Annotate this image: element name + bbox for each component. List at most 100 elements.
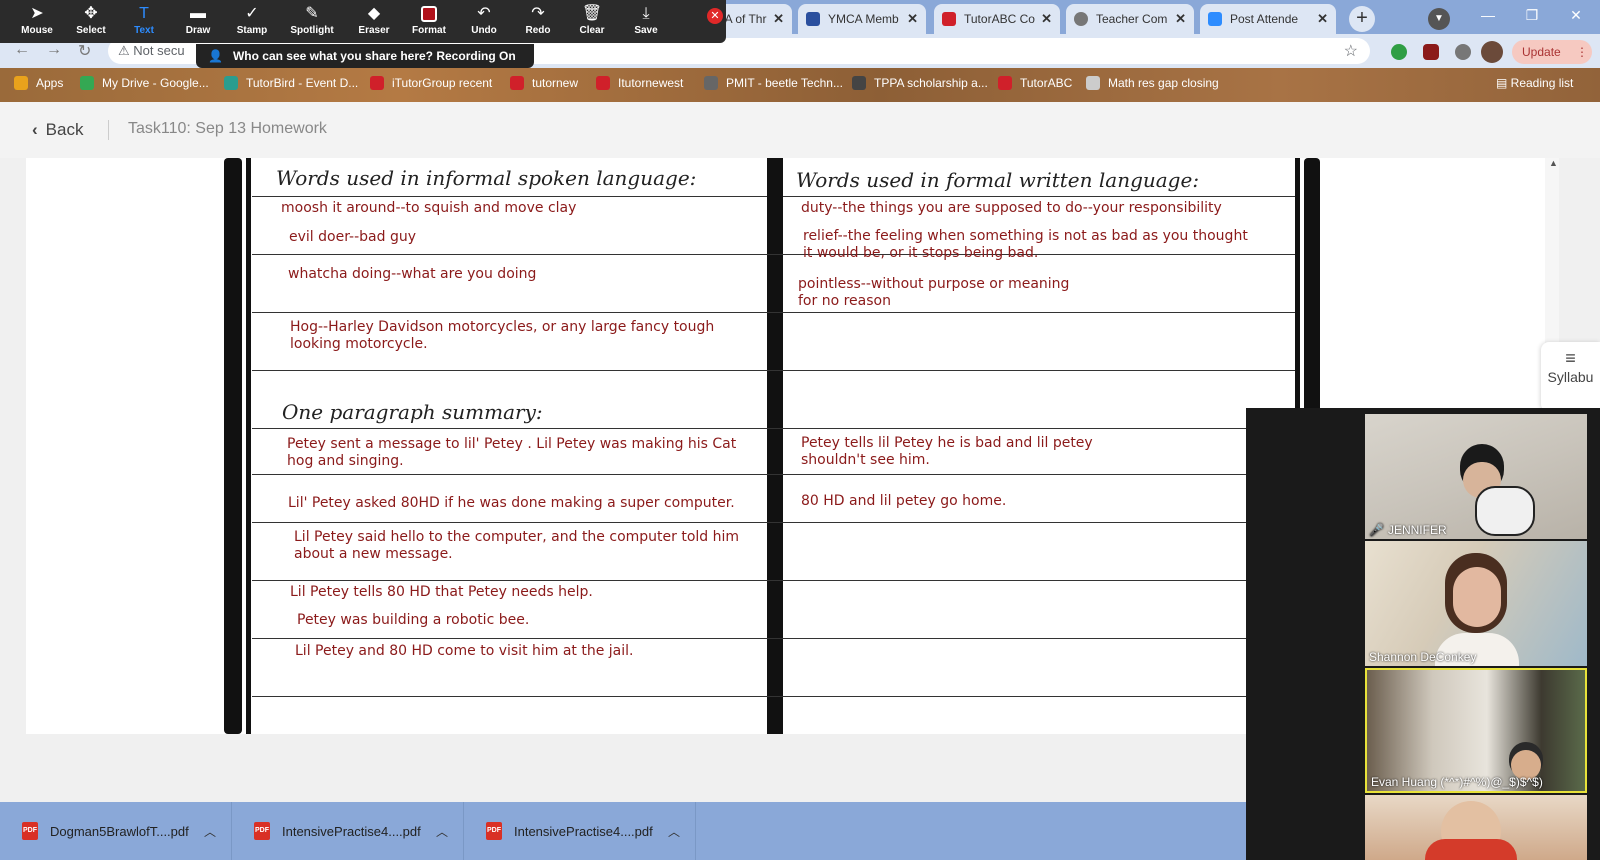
minimize-icon[interactable]: — [1466,0,1510,32]
close-tab-icon[interactable]: ✕ [1175,11,1186,27]
pdf-file-icon: PDF [486,822,502,840]
tab-post-attendee[interactable]: Post Attende ✕ [1200,4,1336,34]
informal-word-entry[interactable]: whatcha doing--what are you doing [288,266,536,283]
formal-word-entry[interactable]: relief--the feeling when something is no… [803,228,1248,262]
page-header: ‹ Back Task110: Sep 13 Homework [0,102,1600,158]
mouse-tool-button[interactable]: ➤ Mouse [11,3,63,41]
page-title: Task110: Sep 13 Homework [128,120,327,137]
row-line [252,638,1295,639]
scroll-up-arrow-icon[interactable]: ▲ [1549,158,1558,168]
summary-entry[interactable]: 80 HD and lil petey go home. [801,493,1006,510]
syllabus-tab[interactable]: ≡ Syllabu [1541,342,1600,412]
bookmark-item[interactable]: iTutorGroup recent [370,76,492,90]
bookmark-favicon-icon [510,76,524,90]
bookmark-item[interactable]: TutorBird - Event D... [224,76,358,90]
spotlight-tool-button[interactable]: ✎ Spotlight [286,3,338,41]
chevron-up-icon[interactable]: ︿ [436,823,448,840]
close-window-icon[interactable]: ✕ [1554,0,1598,32]
clear-tool-label: Clear [579,25,605,36]
select-tool-button[interactable]: ✥ Select [65,3,117,41]
back-button[interactable]: ‹ Back [32,120,83,140]
informal-word-entry[interactable]: Hog--Harley Davidson motorcycles, or any… [290,319,714,353]
bookmark-item[interactable]: Itutornewest [596,76,683,90]
video-tile[interactable] [1365,795,1587,860]
format-tool-button[interactable]: Format [403,3,455,41]
menu-lines-icon: ≡ [1565,348,1576,368]
text-t-icon: T [139,5,149,22]
download-item[interactable]: PDF Dogman5BrawlofT....pdf ︿ [0,802,232,860]
restore-icon[interactable]: ❐ [1510,0,1554,32]
row-line [252,196,767,197]
chevron-up-icon[interactable]: ︿ [668,823,680,840]
summary-entry[interactable]: Lil Petey said hello to the computer, an… [294,529,739,563]
bookmark-item[interactable]: My Drive - Google... [80,76,209,90]
reading-list-button[interactable]: ▤ Reading list [1496,76,1573,90]
participant-name: Shannon DeConkey [1369,650,1477,664]
bookmark-item[interactable]: PMIT - beetle Techn... [704,76,843,90]
bookmark-item[interactable]: TPPA scholarship a... [852,76,988,90]
update-button[interactable]: Update ⋮ [1512,40,1592,64]
chevron-up-icon[interactable]: ︿ [204,823,216,840]
recording-banner[interactable]: 👤 Who can see what you share here? Record… [196,44,534,68]
video-tile[interactable]: 🎤 JENNIFER [1365,414,1587,539]
bookmark-star-icon[interactable]: ☆ [1344,41,1358,61]
reload-icon[interactable]: ↻ [78,41,91,61]
tab-tutorabc[interactable]: TutorABC Co ✕ [934,4,1060,34]
download-item[interactable]: PDF IntensivePractise4....pdf ︿ [232,802,464,860]
clear-tool-button[interactable]: 🗑 Clear [566,3,618,41]
undo-tool-button[interactable]: ↶ Undo [458,3,510,41]
row-line [783,196,1295,197]
download-item[interactable]: PDF IntensivePractise4....pdf ︿ [464,802,696,860]
text-tool-button[interactable]: T Text [118,3,170,41]
back-arrow-icon[interactable]: ← [14,41,30,59]
redo-tool-button[interactable]: ↷ Redo [512,3,564,41]
video-tile[interactable]: Shannon DeConkey [1365,541,1587,666]
summary-entry[interactable]: Lil' Petey asked 80HD if he was done mak… [288,495,735,512]
bookmark-label: tutornew [532,76,579,90]
row-line [252,474,1295,475]
formal-word-entry[interactable]: pointless--without purpose or meaning fo… [798,276,1069,310]
update-label: Update [1522,45,1561,59]
eraser-tool-button[interactable]: ◆ Eraser [348,3,400,41]
informal-word-entry[interactable]: moosh it around--to squish and move clay [281,200,576,217]
extension-green-icon[interactable] [1391,44,1407,60]
summary-entry[interactable]: Petey tells lil Petey he is bad and lil … [801,435,1093,469]
globe-favicon-icon [1074,12,1088,26]
forward-arrow-icon[interactable]: → [46,41,62,59]
tab-search-chevron-icon[interactable]: ▼ [1428,8,1450,30]
bookmark-item[interactable]: Math res gap closing [1086,76,1219,90]
close-tab-icon[interactable]: ✕ [1041,11,1052,27]
draw-tool-label: Draw [185,25,211,36]
pdf-file-icon: PDF [254,822,270,840]
close-annotation-icon[interactable]: ✕ [707,8,723,24]
close-tab-icon[interactable]: ✕ [1317,11,1328,27]
ublock-extension-icon[interactable] [1423,44,1439,60]
close-tab-icon[interactable]: ✕ [773,11,784,27]
tab-teacher-com[interactable]: Teacher Com ✕ [1066,4,1194,34]
profile-avatar[interactable] [1481,41,1503,63]
bookmark-item[interactable]: Apps [14,76,63,90]
summary-entry[interactable]: Petey was building a robotic bee. [297,612,529,629]
tab-ymca-membership[interactable]: YMCA Memb ✕ [798,4,926,34]
text-tool-label: Text [134,25,154,36]
select-tool-label: Select [76,25,106,36]
summary-entry[interactable]: Lil Petey tells 80 HD that Petey needs h… [290,584,593,601]
format-swatch-icon [403,3,455,25]
draw-tool-button[interactable]: ▬ Draw [172,3,224,41]
pen-draw-icon: ▬ [190,5,206,22]
summary-entry[interactable]: Lil Petey and 80 HD come to visit him at… [295,643,634,660]
video-tile-active-speaker[interactable]: Evan Huang (*^*)#^%)@_$)$^$) [1365,668,1587,793]
summary-entry[interactable]: Petey sent a message to lil' Petey . Lil… [287,436,736,470]
new-tab-plus-icon[interactable]: + [1349,6,1375,32]
informal-word-entry[interactable]: evil doer--bad guy [289,229,416,246]
bookmark-item[interactable]: TutorABC [998,76,1072,90]
bookmark-item[interactable]: tutornew [510,76,578,90]
not-secure-indicator[interactable]: ⚠ Not secu [118,43,185,59]
formal-word-entry[interactable]: duty--the things you are supposed to do-… [801,200,1222,217]
close-tab-icon[interactable]: ✕ [907,11,918,27]
binding-bar-left [224,158,242,734]
extensions-puzzle-icon[interactable] [1455,44,1471,60]
stamp-tool-button[interactable]: ✓ Stamp [226,3,278,41]
save-tool-button[interactable]: ⤓ Save [620,3,672,41]
row-line [252,580,1295,581]
